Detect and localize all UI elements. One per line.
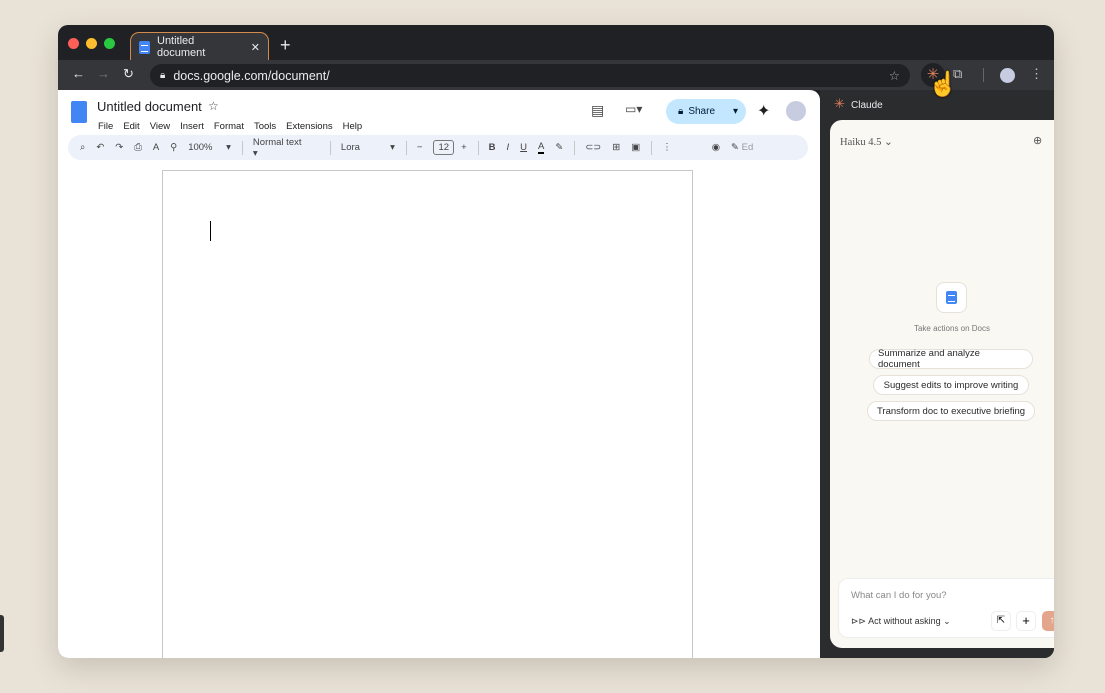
- maximize-window-button[interactable]: [104, 38, 115, 49]
- link-icon[interactable]: ⊂⊃: [585, 142, 601, 153]
- close-window-button[interactable]: [68, 38, 79, 49]
- left-edge-handle: [0, 615, 4, 652]
- docs-badge: [936, 282, 967, 313]
- zoom-select[interactable]: 100% ▾: [188, 142, 231, 153]
- menu-tools[interactable]: Tools: [254, 121, 276, 132]
- address-bar[interactable]: 🔒︎ docs.google.com/document/ ☆: [150, 64, 910, 87]
- google-docs-app: Untitled document ☆ File Edit View Insert Fo…: [58, 90, 820, 658]
- edit-mode-button[interactable]: ✎ Ed: [731, 142, 764, 153]
- underline-button[interactable]: U: [520, 142, 527, 153]
- more-tools-icon[interactable]: ⋮: [662, 142, 672, 153]
- menu-edit[interactable]: Edit: [123, 121, 139, 132]
- comments-icon[interactable]: ▤: [591, 102, 604, 119]
- menu-extensions[interactable]: Extensions: [286, 121, 332, 132]
- tab-title: Untitled document: [157, 35, 206, 59]
- mouse-pointer-hand-icon: ☝: [928, 71, 958, 98]
- highlight-icon[interactable]: ✎: [555, 142, 563, 153]
- increase-font-size-button[interactable]: +: [461, 142, 467, 153]
- chat-input[interactable]: What can I do for you?: [851, 590, 947, 601]
- voice-icon[interactable]: ◉: [712, 142, 720, 153]
- share-dropdown-icon[interactable]: ▾: [733, 106, 738, 117]
- font-size-input[interactable]: 12: [433, 140, 455, 155]
- gemini-icon[interactable]: ✦: [757, 101, 770, 121]
- document-page[interactable]: [162, 170, 693, 658]
- suggestion-chip[interactable]: Summarize and analyze document: [869, 348, 1033, 370]
- docs-icon: [139, 40, 150, 54]
- claude-side-panel: ✳ Claude Haiku 4.5 ⌄ ⊕ Take actions on D…: [820, 90, 1054, 658]
- back-icon[interactable]: ←: [72, 66, 85, 81]
- docs-logo-icon: [71, 101, 87, 123]
- paint-format-icon[interactable]: ⚲: [170, 142, 177, 153]
- empty-caption: Take actions on Docs: [913, 324, 991, 333]
- browser-toolbar: ← → ↻ 🔒︎ docs.google.com/document/ ☆ ✳ ⧉…: [58, 60, 1054, 90]
- forward-icon[interactable]: →: [97, 66, 110, 81]
- url-text: docs.google.com/document/: [173, 68, 330, 83]
- bookmark-star-icon[interactable]: ☆: [889, 68, 900, 83]
- new-tab-button[interactable]: +: [280, 35, 291, 56]
- menu-view[interactable]: View: [150, 121, 170, 132]
- font-select[interactable]: Lora ▾: [341, 142, 395, 153]
- user-avatar[interactable]: [786, 101, 806, 121]
- menu-file[interactable]: File: [98, 121, 113, 132]
- browser-tab[interactable]: Untitled document ✕: [130, 32, 269, 61]
- lock-icon: 🔒︎: [160, 70, 166, 81]
- more-menu-icon[interactable]: ⋮: [1030, 66, 1043, 82]
- suggestion-chip[interactable]: Transform doc to executive briefing: [867, 401, 1035, 421]
- style-select[interactable]: Normal text ▾: [253, 137, 319, 159]
- browser-window: Untitled document ✕ + ← → ↻ 🔒︎ docs.goog…: [58, 25, 1054, 658]
- image-icon[interactable]: ▣: [631, 142, 640, 153]
- mode-selector[interactable]: ⊳⊳ Act without asking ⌄: [851, 616, 951, 627]
- model-selector[interactable]: Haiku 4.5 ⌄: [840, 136, 893, 148]
- decrease-font-size-button[interactable]: −: [417, 142, 423, 153]
- suggestion-chip[interactable]: Suggest edits to improve writing: [873, 375, 1029, 395]
- meet-icon[interactable]: ▭▾: [625, 102, 642, 116]
- profile-avatar[interactable]: [1000, 68, 1015, 83]
- text-cursor: [210, 221, 211, 241]
- search-menus-icon[interactable]: ⌕: [80, 142, 85, 153]
- divider: [983, 68, 984, 82]
- menu-format[interactable]: Format: [214, 121, 244, 132]
- new-chat-icon[interactable]: ⊕: [1033, 134, 1042, 147]
- claude-logo-icon: ✳: [834, 96, 845, 111]
- share-label: Share: [688, 106, 716, 117]
- reload-icon[interactable]: ↻: [123, 66, 134, 82]
- menu-help[interactable]: Help: [343, 121, 363, 132]
- add-attachment-button[interactable]: +: [1016, 611, 1036, 631]
- chat-input-box[interactable]: What can I do for you? ⊳⊳ Act without as…: [838, 578, 1054, 638]
- bold-button[interactable]: B: [489, 142, 496, 153]
- docs-icon: [946, 291, 957, 304]
- text-color-button[interactable]: A: [538, 141, 545, 154]
- comment-add-icon[interactable]: ⊞: [612, 142, 620, 153]
- claude-panel-body: Haiku 4.5 ⌄ ⊕ Take actions on Docs Summa…: [830, 120, 1054, 648]
- redo-icon[interactable]: ↷: [115, 142, 123, 153]
- lock-icon: 🔒︎: [678, 106, 684, 117]
- star-icon[interactable]: ☆: [208, 99, 219, 113]
- document-title[interactable]: Untitled document: [97, 99, 202, 114]
- formatting-toolbar: ⌕ ↶ ↷ ⎙ A ⚲ 100% ▾ Normal text ▾ Lora ▾ − 12…: [68, 135, 808, 160]
- share-button[interactable]: 🔒︎ Share ▾: [666, 99, 746, 124]
- close-tab-icon[interactable]: ✕: [251, 41, 260, 54]
- spellcheck-icon[interactable]: A: [153, 142, 159, 153]
- menu-insert[interactable]: Insert: [180, 121, 204, 132]
- italic-button[interactable]: I: [507, 142, 510, 153]
- minimize-window-button[interactable]: [86, 38, 97, 49]
- print-icon[interactable]: ⎙: [134, 142, 142, 153]
- menu-bar: File Edit View Insert Format Tools Extensions H…: [98, 116, 372, 134]
- send-button[interactable]: ↑: [1042, 611, 1054, 631]
- claude-header: Claude: [851, 100, 883, 111]
- undo-icon[interactable]: ↶: [96, 142, 104, 153]
- select-element-icon[interactable]: ⇱: [991, 611, 1011, 631]
